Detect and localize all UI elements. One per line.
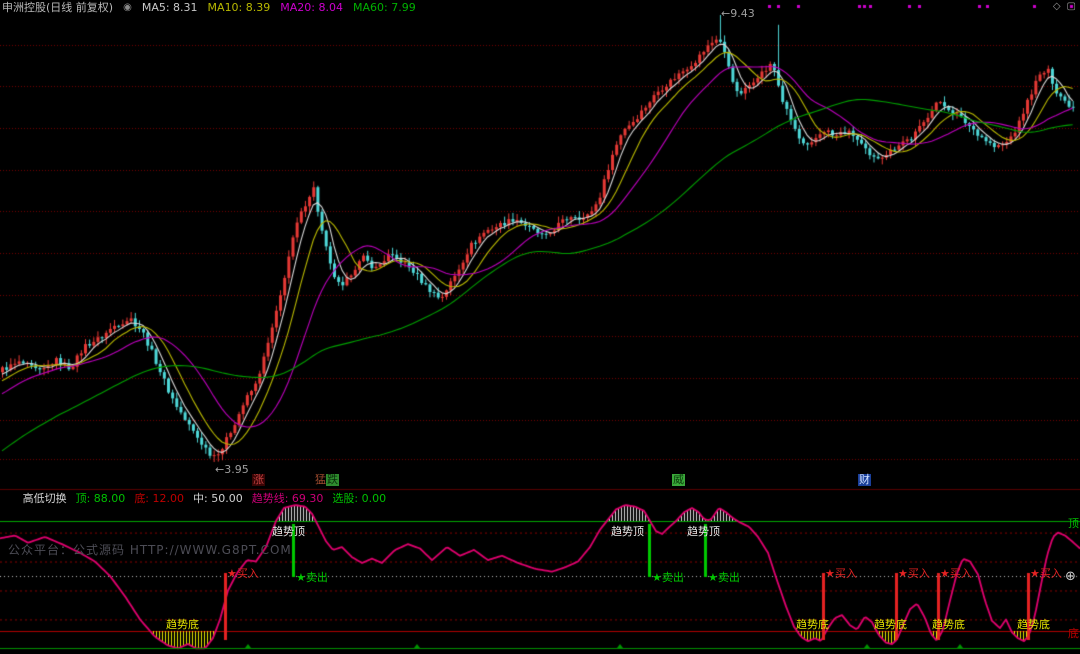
- buy-signal-label: ★买入: [825, 567, 857, 580]
- indicator-param: 中: 50.00: [193, 492, 243, 505]
- plunge-badge-2: 跌: [326, 473, 339, 486]
- indicator-param: 底: 12.00: [134, 492, 185, 505]
- trend-bottom-label: 趋势底: [796, 618, 829, 631]
- restore-window-icon[interactable]: ▢: [1067, 1, 1076, 12]
- ma20-value: MA20: 8.04: [280, 1, 343, 14]
- ma5-value: MA5: 8.31: [141, 1, 198, 14]
- indicator-name[interactable]: 高低切换: [23, 492, 67, 505]
- top-edge-label: 顶: [1068, 517, 1079, 530]
- sell-signal-label: ★卖出: [652, 571, 684, 584]
- indicator-params: 顶: 88.00 底: 12.00 中: 50.00 趋势线: 69.30 选股: 0.…: [76, 492, 387, 505]
- indicator-param: 顶: 88.00: [75, 492, 126, 505]
- trend-bottom-label: 趋势底: [874, 618, 907, 631]
- main-chart-header: 申洲控股(日线 前复权) ◉ MA5: 8.31 MA10: 8.39 MA20: …: [2, 1, 416, 14]
- buy-signal-label: ★买入: [940, 567, 972, 580]
- window-controls: ◇ ▢: [1053, 1, 1076, 12]
- trend-bottom-label: 趋势底: [166, 618, 199, 631]
- ma-values: MA5: 8.31 MA10: 8.39 MA20: 8.04 MA60: 7.99: [142, 1, 416, 14]
- high-price-callout: ←9.43: [721, 7, 755, 20]
- rise-badge: 涨: [252, 473, 265, 486]
- diamond-icon[interactable]: ◇: [1053, 1, 1061, 12]
- indicator-param: 选股: 0.00: [332, 492, 387, 505]
- stock-title: 申洲控股(日线 前复权): [2, 1, 114, 14]
- sell-signal-label: ★卖出: [296, 571, 328, 584]
- app-window: 申洲控股(日线 前复权) ◉ MA5: 8.31 MA10: 8.39 MA20: …: [0, 0, 1080, 654]
- buy-signal-label: ★买入: [227, 567, 259, 580]
- indicator-icon[interactable]: ◉: [4, 492, 14, 505]
- trend-top-label: 趋势顶: [687, 525, 720, 538]
- trend-bottom-label: 趋势底: [1017, 618, 1050, 631]
- wealth-badge: 财: [858, 473, 871, 486]
- trend-bottom-label: 趋势底: [932, 618, 965, 631]
- buy-signal-label: ★买入: [898, 567, 930, 580]
- indicator-param: 趋势线: 69.30: [251, 492, 324, 505]
- ma10-value: MA10: 8.39: [207, 1, 271, 14]
- chart-badge-icon[interactable]: ◉: [123, 1, 132, 14]
- sell-signal-label: ★卖出: [708, 571, 740, 584]
- trend-top-label: 趋势顶: [272, 525, 305, 538]
- crosshair-icon[interactable]: ⊕: [1065, 569, 1076, 584]
- low-price-callout: ←3.95: [215, 463, 249, 476]
- watermark: 公众平台：公式源码 HTTP://WWW.G8PT.COM: [8, 543, 292, 557]
- trend-top-label: 趋势顶: [611, 525, 644, 538]
- buy-signal-label: ★买入: [1030, 567, 1062, 580]
- indicator-header: ◉ 高低切换 顶: 88.00 底: 12.00 中: 50.00 趋势线: 69.3…: [4, 492, 386, 505]
- bottom-edge-label: 底: [1068, 627, 1079, 640]
- power-badge: 威: [672, 473, 685, 486]
- ma60-value: MA60: 7.99: [352, 1, 416, 14]
